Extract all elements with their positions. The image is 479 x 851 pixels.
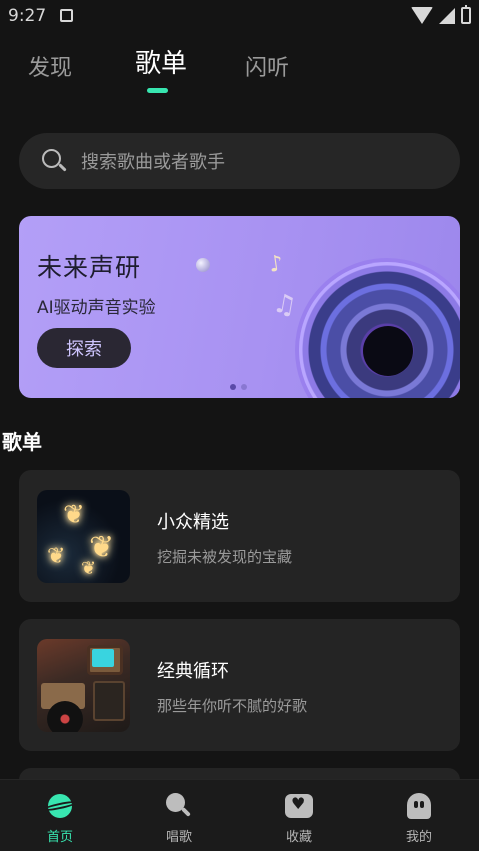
butterfly-icon: ❦ (63, 500, 85, 530)
butterfly-icon: ❦ (47, 544, 66, 569)
tab-discover[interactable]: 发现 (28, 50, 72, 82)
tab-flash-listen[interactable]: 闪听 (245, 50, 289, 82)
playlist-title: 经典循环 (157, 661, 229, 682)
playlist-subtitle: 挖掘未被发现的宝藏 (157, 548, 293, 566)
search-bar[interactable]: 搜索歌曲或者歌手 (19, 133, 460, 189)
search-placeholder: 搜索歌曲或者歌手 (81, 152, 225, 173)
section-title: 歌单 (2, 430, 42, 454)
playlist-card[interactable]: ❦ ❦ ❦ ❦ 小众精选 挖掘未被发现的宝藏 (19, 470, 460, 602)
bottom-nav: 首页 唱歌 ♥ 收藏 我的 (0, 779, 479, 851)
record-shape (47, 701, 83, 732)
tab-playlists[interactable]: 歌单 (135, 43, 187, 80)
explore-button[interactable]: 探索 (37, 328, 131, 368)
nav-home[interactable]: 首页 (20, 792, 100, 845)
wifi-icon (411, 7, 433, 24)
status-time: 9:27 (8, 6, 47, 26)
tv-screen-shape (92, 649, 114, 667)
music-note-icon: ♪ (267, 251, 285, 278)
top-tab-bar: 发现 歌单 闪听 (0, 46, 479, 96)
page-dot (230, 384, 236, 390)
banner-title: 未来声研 (37, 253, 142, 282)
microphone-icon (165, 792, 193, 820)
butterfly-icon: ❦ (81, 558, 97, 579)
notification-app-icon (60, 9, 73, 22)
vinyl-center (363, 326, 413, 376)
playlist-cover-butterfly: ❦ ❦ ❦ ❦ (37, 490, 130, 583)
orb-decoration (196, 258, 210, 272)
banner-subtitle: AI驱动声音实验 (37, 298, 156, 318)
ghost-icon (405, 792, 433, 820)
nav-mine[interactable]: 我的 (379, 792, 459, 845)
page-dot (241, 384, 247, 390)
search-icon (41, 148, 67, 174)
nav-label: 首页 (46, 830, 73, 845)
playlist-card[interactable]: 经典循环 那些年你听不腻的好歌 (19, 619, 460, 751)
promo-banner[interactable]: 未来声研 AI驱动声音实验 探索 ♪ ♫ (19, 216, 460, 398)
battery-icon (461, 5, 471, 24)
nav-favorites[interactable]: ♥ 收藏 (259, 792, 339, 845)
nav-label: 我的 (405, 830, 432, 845)
active-tab-indicator (147, 88, 168, 93)
banner-page-indicator (230, 384, 247, 390)
speaker-shape (93, 681, 125, 721)
nav-label: 收藏 (285, 830, 312, 845)
playlist-cover-retro (37, 639, 130, 732)
nav-label: 唱歌 (165, 830, 192, 845)
playlist-subtitle: 那些年你听不腻的好歌 (157, 697, 308, 715)
nav-sing[interactable]: 唱歌 (139, 792, 219, 845)
heart-box-icon: ♥ (285, 792, 313, 820)
music-note-icon: ♫ (270, 288, 299, 322)
status-bar: 9:27 (0, 0, 479, 32)
planet-icon (42, 792, 78, 820)
cell-signal-icon (439, 7, 455, 24)
playlist-title: 小众精选 (157, 512, 229, 533)
status-indicators (411, 5, 471, 24)
